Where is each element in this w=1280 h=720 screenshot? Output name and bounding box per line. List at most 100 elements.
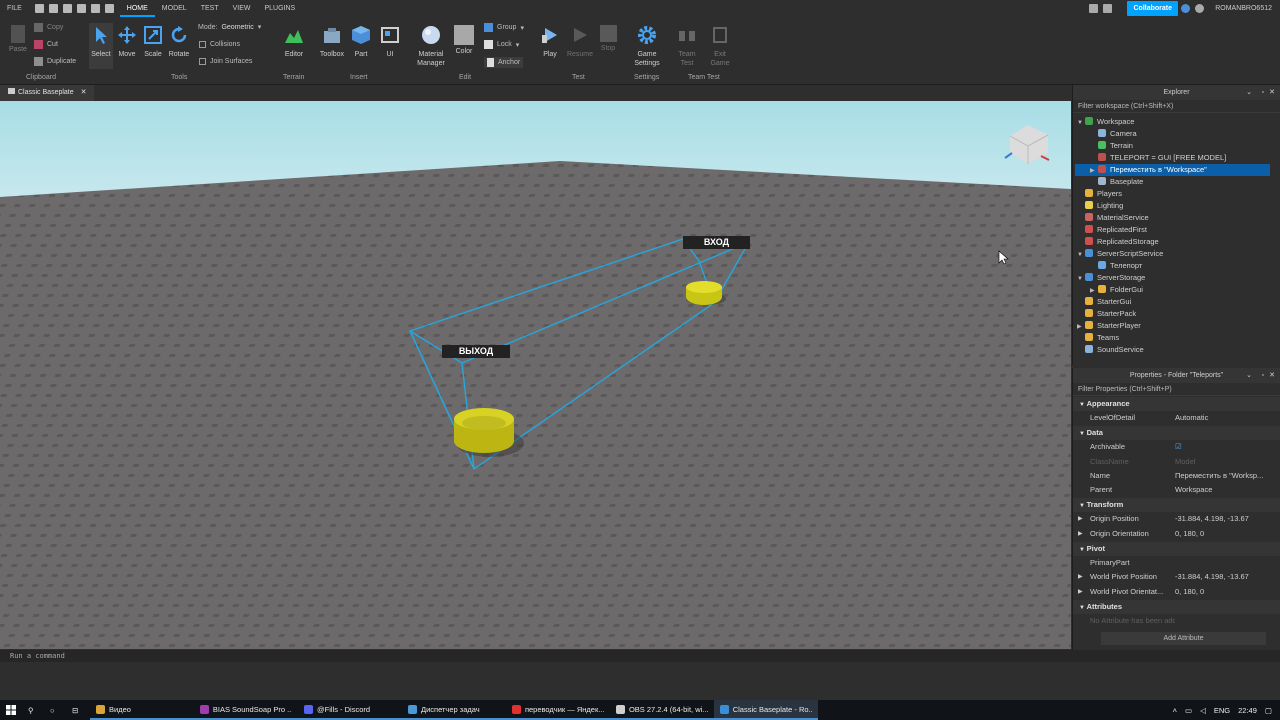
cortana-button[interactable]: ○ [44, 700, 66, 720]
duplicate-button[interactable]: Duplicate [34, 57, 76, 66]
play-button[interactable]: Play [538, 25, 562, 59]
properties-filter-input[interactable]: Filter Properties (Ctrl+Shift+P) [1073, 383, 1280, 396]
property-value[interactable]: Workspace [1175, 483, 1280, 497]
explorer-item[interactable]: ▶ Переместить в "Workspace" [1075, 164, 1270, 176]
taskbar-app[interactable]: Classic Baseplate - Ro... [714, 700, 818, 720]
property-value[interactable]: Automatic [1175, 411, 1280, 425]
new-file-icon[interactable] [34, 4, 44, 13]
property-value[interactable] [1175, 556, 1280, 570]
explorer-item[interactable]: MaterialService [1073, 212, 1280, 224]
chevron-right-icon[interactable]: ▶ [1078, 585, 1083, 599]
exit-game-button[interactable]: Exit Game [707, 25, 733, 68]
taskbar-app[interactable]: Диспетчер задач [402, 700, 506, 720]
chevron-right-icon[interactable]: ▶ [1078, 512, 1083, 526]
mode-dropdown[interactable]: Mode: Geometric ▾ [198, 23, 261, 32]
property-section[interactable]: ▼ Transform [1073, 498, 1280, 513]
chevron-right-icon[interactable]: ▶ [1078, 570, 1083, 584]
menu-tab-home[interactable]: HOME [119, 0, 155, 17]
collisions-toggle[interactable]: Collisions [199, 41, 240, 48]
chevron-down-icon[interactable]: ⌄ [1246, 85, 1252, 100]
explorer-item[interactable]: ▶ FolderGui [1073, 284, 1280, 296]
taskbar-app[interactable]: Видео [90, 700, 194, 720]
property-section[interactable]: ▼ Data [1073, 426, 1280, 441]
save-icon[interactable] [90, 4, 100, 13]
game-settings-button[interactable]: Game Settings [632, 25, 662, 68]
team-test-button[interactable]: Team Test [674, 25, 700, 68]
color-button[interactable]: Color [452, 25, 476, 56]
explorer-item[interactable]: Baseplate [1073, 176, 1280, 188]
menu-tab-model[interactable]: MODEL [155, 0, 194, 17]
taskbar-app[interactable]: @Fills - Discord [298, 700, 402, 720]
undock-icon[interactable]: ▫ [1262, 368, 1264, 383]
explorer-item[interactable]: Lighting [1073, 200, 1280, 212]
chevron-down-icon[interactable]: ▼ [1079, 503, 1087, 509]
collaborate-button[interactable]: Collaborate [1127, 1, 1178, 16]
menu-tab-plugins[interactable]: PLUGINS [257, 0, 302, 17]
property-value[interactable] [1175, 614, 1280, 628]
resume-button[interactable]: Resume [566, 25, 594, 59]
network-icon[interactable]: ▭ [1185, 706, 1192, 715]
clock[interactable]: 22:49 [1238, 706, 1257, 715]
property-row[interactable]: No Attribute has been added yet [1073, 614, 1280, 628]
terrain-editor-button[interactable]: Editor [281, 25, 307, 59]
chevron-down-icon[interactable]: ▼ [1079, 547, 1087, 553]
explorer-item[interactable]: Телепорт [1073, 260, 1280, 272]
explorer-item[interactable]: Teams [1073, 332, 1280, 344]
explorer-item[interactable]: ▼ ServerStorage [1073, 272, 1280, 284]
collisions-checkbox[interactable] [199, 41, 206, 48]
property-value[interactable]: -31.884, 4.198, -13.67 [1175, 570, 1280, 584]
redo-icon[interactable] [76, 4, 86, 13]
taskbar-app[interactable]: OBS 27.2.4 (64-bit, wi... [610, 700, 714, 720]
property-row[interactable]: LevelOfDetail Automatic [1073, 411, 1280, 425]
explorer-item[interactable]: TELEPORT = GUI [FREE MODEL] [1073, 152, 1280, 164]
share-icon[interactable] [1103, 4, 1112, 13]
property-row[interactable]: ▶ World Pivot Position -31.884, 4.198, -13… [1073, 570, 1280, 584]
property-section[interactable]: ▼ Attributes [1073, 599, 1280, 614]
username-label[interactable]: ROMANBRO6512 [1215, 0, 1272, 17]
property-row[interactable]: ▶ World Pivot Orientat... 0, 180, 0 [1073, 585, 1280, 599]
explorer-item[interactable]: ▶ StarterPlayer [1073, 320, 1280, 332]
lock-button[interactable]: Lock ▾ [484, 40, 519, 49]
property-value[interactable]: Переместить в "Worksp... [1175, 469, 1280, 483]
undo-icon[interactable] [104, 4, 114, 13]
property-row[interactable]: Archivable ☑ [1073, 440, 1280, 454]
rotate-tool-button[interactable]: Rotate [166, 25, 192, 59]
menu-tab-test[interactable]: TEST [194, 0, 226, 17]
property-row[interactable]: ▶ Origin Position -31.884, 4.198, -13.67 [1073, 512, 1280, 526]
chevron-down-icon[interactable]: ▼ [1079, 431, 1087, 437]
property-value[interactable]: 0, 180, 0 [1175, 527, 1280, 541]
explorer-item[interactable]: Terrain [1073, 140, 1280, 152]
volume-icon[interactable]: ◁ [1200, 706, 1206, 715]
stop-button[interactable]: Stop [597, 25, 619, 53]
join-surfaces-toggle[interactable]: Join Surfaces [199, 58, 252, 65]
property-value[interactable]: -31.884, 4.198, -13.67 [1175, 512, 1280, 526]
property-row[interactable]: PrimaryPart [1073, 556, 1280, 570]
help-icon[interactable] [1181, 4, 1190, 13]
property-row[interactable]: Name Переместить в "Worksp... [1073, 469, 1280, 483]
scale-tool-button[interactable]: Scale [141, 25, 165, 59]
chevron-right-icon[interactable]: ▶ [1078, 527, 1083, 541]
explorer-item[interactable]: ReplicatedFirst [1073, 224, 1280, 236]
cut-button[interactable]: Cut [34, 40, 58, 49]
property-value[interactable]: Model [1175, 455, 1280, 469]
property-value[interactable]: 0, 180, 0 [1175, 585, 1280, 599]
paste-button[interactable]: Paste [6, 25, 30, 54]
language-indicator[interactable]: ENG [1214, 706, 1230, 715]
chevron-up-icon[interactable]: ˄ [1173, 706, 1177, 715]
start-button[interactable] [0, 700, 22, 720]
property-row[interactable]: ▶ Origin Orientation 0, 180, 0 [1073, 527, 1280, 541]
notification-center-icon[interactable]: ▢ [1265, 706, 1272, 715]
taskbar-app[interactable]: BIAS SoundSoap Pro ... [194, 700, 298, 720]
join-surfaces-checkbox[interactable] [199, 58, 206, 65]
select-tool-button[interactable]: Select [89, 23, 113, 69]
chevron-down-icon[interactable]: ▼ [1079, 605, 1087, 611]
property-row[interactable]: ClassName Model [1073, 455, 1280, 469]
explorer-filter-input[interactable]: Filter workspace (Ctrl+Shift+X) [1073, 100, 1280, 113]
cloud-icon[interactable] [48, 4, 58, 13]
menu-tab-file[interactable]: FILE [0, 0, 29, 17]
user-icon[interactable] [1195, 4, 1204, 13]
property-section[interactable]: ▼ Appearance [1073, 397, 1280, 411]
ui-button[interactable]: UI [379, 25, 401, 59]
explorer-item[interactable]: ▼ Workspace [1073, 116, 1280, 128]
part-button[interactable]: Part [349, 25, 373, 59]
